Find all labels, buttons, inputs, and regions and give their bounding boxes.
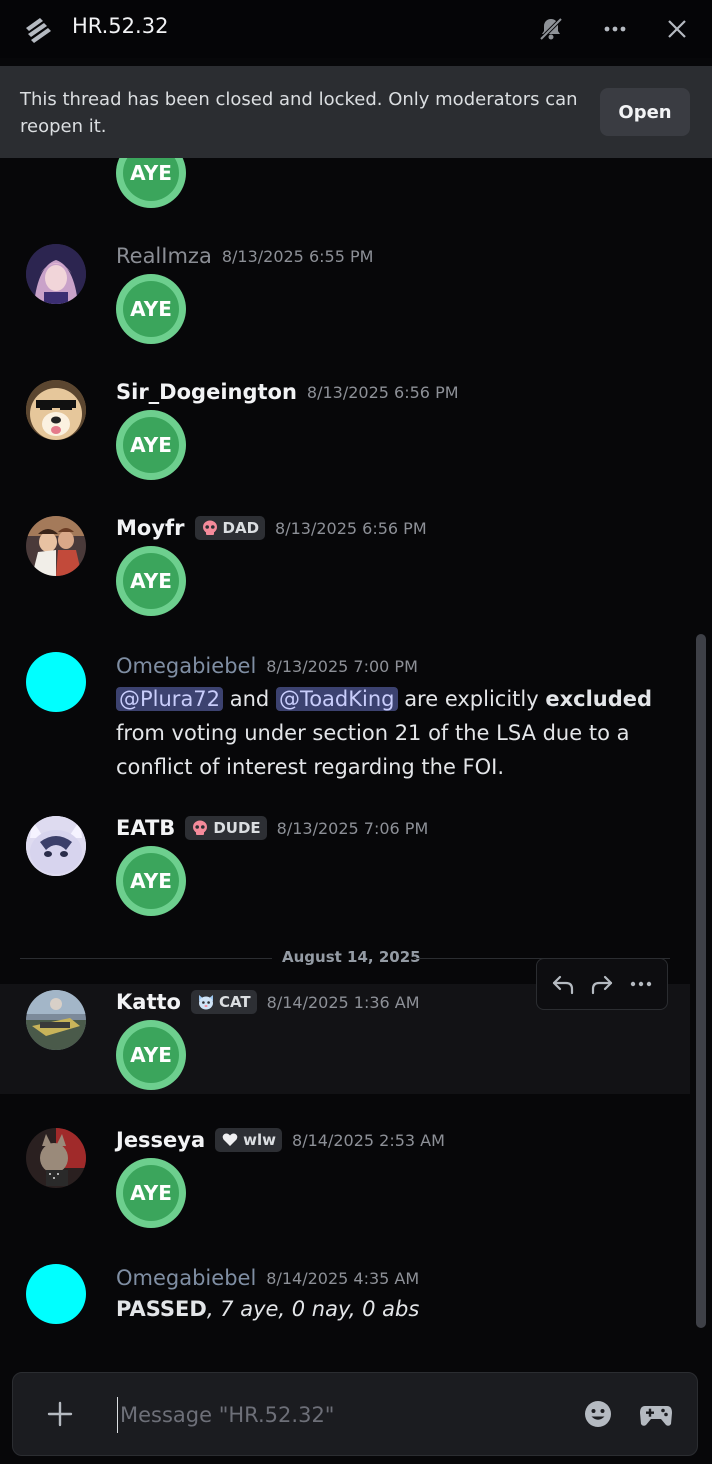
timestamp[interactable]: 8/13/2025 6:56 PM <box>307 383 459 402</box>
message-item: EATB DUDE 8/13/2025 7:06 PM AYE <box>0 810 700 930</box>
author-line: Omegabiebel 8/13/2025 7:00 PM <box>116 654 418 678</box>
divider-line <box>20 958 272 959</box>
timestamp[interactable]: 8/14/2025 1:36 AM <box>267 993 420 1012</box>
message-bold-text: PASSED <box>116 1297 207 1321</box>
thread-icon <box>26 18 51 43</box>
reply-icon[interactable] <box>545 966 581 1002</box>
author-name[interactable]: Omegabiebel <box>116 1266 256 1290</box>
author-name[interactable]: Moyfr <box>116 516 185 540</box>
aye-vote-badge: AYE <box>116 546 186 616</box>
avatar[interactable] <box>26 244 86 304</box>
message-actions-bar <box>536 958 668 1010</box>
aye-label: AYE <box>123 1027 179 1083</box>
message-item: RealImza 8/13/2025 6:55 PM AYE <box>0 238 700 358</box>
message-item: Omegabiebel 8/14/2025 4:35 AM PASSED, 7 … <box>0 1258 700 1348</box>
more-icon[interactable] <box>623 966 659 1002</box>
user-mention[interactable]: @Plura72 <box>116 687 224 711</box>
avatar[interactable] <box>26 516 86 576</box>
message-input[interactable] <box>117 1397 557 1433</box>
close-icon[interactable] <box>660 12 694 46</box>
aye-label: AYE <box>123 1165 179 1221</box>
aye-vote-badge: AYE <box>116 158 186 208</box>
avatar[interactable] <box>26 652 86 712</box>
timestamp[interactable]: 8/14/2025 2:53 AM <box>292 1131 445 1150</box>
message-italic-text: , 7 aye, 0 nay, 0 abs <box>206 1297 420 1321</box>
timestamp[interactable]: 8/13/2025 7:00 PM <box>266 657 418 676</box>
author-name[interactable]: Katto <box>116 990 181 1014</box>
locked-banner-text: This thread has been closed and locked. … <box>20 89 578 137</box>
aye-label: AYE <box>123 853 179 909</box>
avatar[interactable] <box>26 1264 86 1324</box>
aye-vote-badge: AYE <box>116 1158 186 1228</box>
avatar[interactable] <box>26 816 86 876</box>
cat-face-icon <box>198 995 213 1010</box>
role-tag[interactable]: DAD <box>194 516 266 540</box>
emoji-icon[interactable] <box>583 1399 613 1429</box>
message-content: @Plura72 and @ToadKing are explicitly ex… <box>116 682 656 784</box>
timestamp[interactable]: 8/13/2025 7:06 PM <box>277 819 429 838</box>
aye-vote-badge: AYE <box>116 846 186 916</box>
aye-vote-badge: AYE <box>116 410 186 480</box>
aye-vote-badge: AYE <box>116 274 186 344</box>
message-text: are explicitly <box>404 687 539 711</box>
scrollbar[interactable] <box>696 634 706 1328</box>
skull-icon <box>202 520 217 535</box>
skull-icon <box>193 820 208 835</box>
message-content: PASSED, 7 aye, 0 nay, 0 abs <box>116 1292 656 1326</box>
timestamp[interactable]: 8/13/2025 6:56 PM <box>275 519 427 538</box>
message-bold-text: excluded <box>545 687 653 711</box>
heart-icon <box>222 1133 238 1146</box>
avatar[interactable] <box>26 990 86 1050</box>
aye-label: AYE <box>123 281 179 337</box>
role-tag[interactable]: CAT <box>190 990 257 1014</box>
more-icon[interactable] <box>598 12 632 46</box>
role-tag[interactable]: wlw <box>215 1128 283 1152</box>
message-item: Moyfr DAD 8/13/2025 6:56 PM AYE <box>0 510 700 630</box>
message-text: and <box>229 687 270 711</box>
aye-label: AYE <box>123 553 179 609</box>
aye-label: AYE <box>123 158 179 201</box>
message-item: Sir_Dogeington 8/13/2025 6:56 PM AYE <box>0 374 700 494</box>
author-line: Jesseya wlw 8/14/2025 2:53 AM <box>116 1128 445 1152</box>
author-name[interactable]: RealImza <box>116 244 212 268</box>
author-line: EATB DUDE 8/13/2025 7:06 PM <box>116 816 428 840</box>
role-tag[interactable]: DUDE <box>185 816 267 840</box>
author-name[interactable]: Omegabiebel <box>116 654 256 678</box>
author-name[interactable]: EATB <box>116 816 175 840</box>
aye-label: AYE <box>123 417 179 473</box>
role-tag-label: DUDE <box>213 819 261 837</box>
plus-icon[interactable] <box>43 1397 77 1431</box>
author-line: Moyfr DAD 8/13/2025 6:56 PM <box>116 516 427 540</box>
date-divider-label: August 14, 2025 <box>282 948 421 966</box>
author-line: Katto CAT 8/14/2025 1:36 AM <box>116 990 420 1014</box>
role-tag-label: wlw <box>243 1131 277 1149</box>
thread-header: HR.52.32 <box>0 0 712 58</box>
author-line: RealImza 8/13/2025 6:55 PM <box>116 244 373 268</box>
message-item: Omegabiebel 8/13/2025 7:00 PM @Plura72 a… <box>0 646 700 796</box>
role-tag-label: CAT <box>218 993 251 1011</box>
message-item: Jesseya wlw 8/14/2025 2:53 AM AYE <box>0 1122 700 1242</box>
avatar[interactable] <box>26 1128 86 1188</box>
timestamp[interactable]: 8/13/2025 6:55 PM <box>222 247 374 266</box>
bell-muted-icon[interactable] <box>534 12 568 46</box>
gamepad-icon[interactable] <box>639 1399 673 1429</box>
role-tag-label: DAD <box>222 519 260 537</box>
message-list: AYE RealImza 8/13/2025 6:55 PM AYE Sir_D… <box>0 158 712 1364</box>
message-text: from voting under section 21 of the LSA … <box>116 721 630 779</box>
open-thread-button[interactable]: Open <box>600 88 690 136</box>
author-name[interactable]: Jesseya <box>116 1128 205 1152</box>
author-name[interactable]: Sir_Dogeington <box>116 380 297 404</box>
thread-title: HR.52.32 <box>72 14 169 38</box>
timestamp[interactable]: 8/14/2025 4:35 AM <box>266 1269 419 1288</box>
avatar[interactable] <box>26 380 86 440</box>
message-composer <box>12 1372 698 1456</box>
author-line: Sir_Dogeington 8/13/2025 6:56 PM <box>116 380 459 404</box>
author-line: Omegabiebel 8/14/2025 4:35 AM <box>116 1266 419 1290</box>
user-mention[interactable]: @ToadKing <box>275 687 398 711</box>
aye-vote-badge: AYE <box>116 1020 186 1090</box>
forward-icon[interactable] <box>584 966 620 1002</box>
